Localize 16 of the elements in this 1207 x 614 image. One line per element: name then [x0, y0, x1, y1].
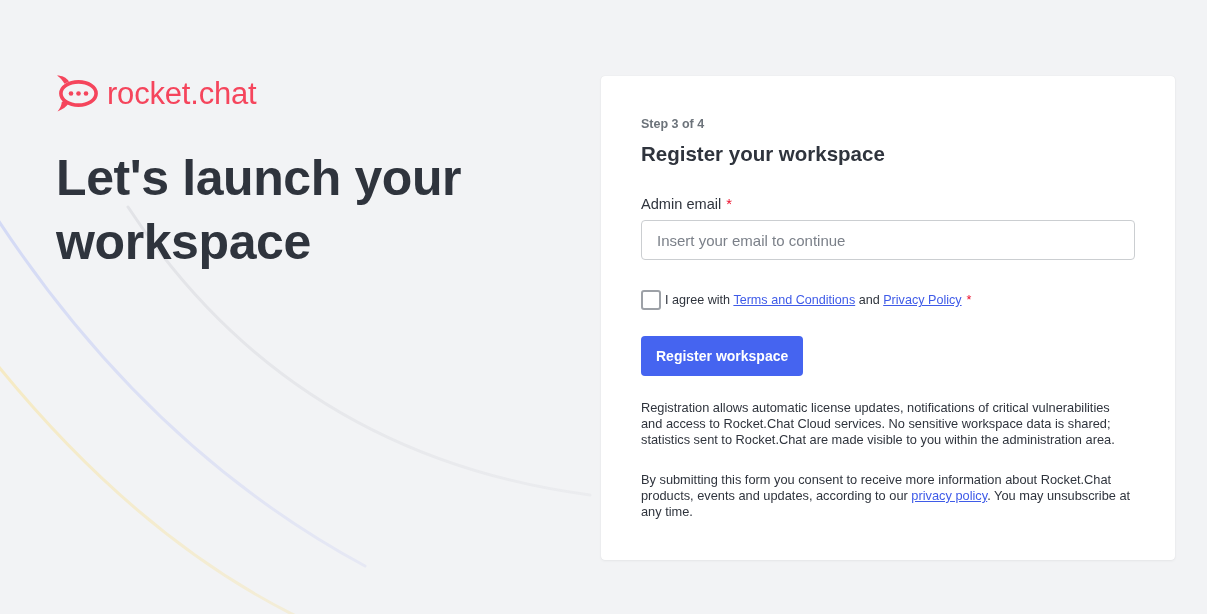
- brand-name: rocket.chat: [107, 75, 257, 112]
- required-mark: *: [726, 195, 732, 214]
- required-mark: *: [966, 292, 972, 308]
- agreement-text: I agree with Terms and Conditions and Privacy Policy: [665, 292, 962, 308]
- email-input[interactable]: Insert your email to continue: [641, 220, 1135, 260]
- registration-note: Registration allows automatic license updates, notifications of critical vulnerabilities and access to Rocket.Chat Cloud services. No sensitive workspace data is shared; statistics sent to Rocket.Chat are made visible to you within the administration area.: [641, 400, 1116, 448]
- email-label: Admin email: [641, 195, 722, 214]
- page-heading: Let's launch your workspace: [56, 149, 463, 272]
- privacy-policy-link[interactable]: Privacy Policy: [883, 293, 962, 307]
- step-indicator: Step 3 of 4: [641, 116, 706, 132]
- consent-note: By submitting this form you consent to receive more information about Rocket.Chat products, events and updates, according to our privacy policy. You may unsubscribe at any time.: [641, 472, 1132, 520]
- register-button[interactable]: Register workspace: [641, 336, 804, 376]
- form-title: Register your workspace: [641, 141, 886, 167]
- terms-link[interactable]: Terms and Conditions: [733, 293, 856, 307]
- speech-bubble-logo-icon: [56, 75, 98, 112]
- agree-checkbox[interactable]: [641, 290, 661, 310]
